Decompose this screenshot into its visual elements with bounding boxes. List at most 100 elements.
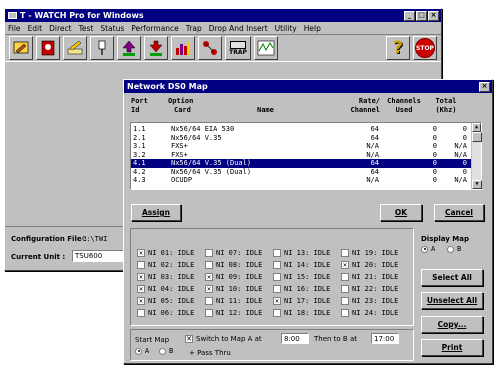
network-icon (203, 41, 217, 55)
assign-button[interactable]: Assign (131, 204, 181, 221)
ni-checkbox[interactable]: ✕ NI 20: IDLE (341, 261, 398, 269)
start-map-b-radio[interactable]: B (159, 347, 173, 355)
display-map-a-radio[interactable]: A (421, 245, 435, 253)
row-port-id: 1.1 (133, 125, 146, 133)
minimize-button[interactable]: _ (404, 10, 415, 21)
menu-item-test[interactable]: Test (79, 24, 94, 33)
scroll-up-arrow[interactable]: ▲ (472, 123, 481, 132)
start-map-a-label: A (145, 347, 150, 355)
ni-checkbox[interactable]: NI 07: IDLE (205, 249, 262, 257)
current-unit-field[interactable]: TSU600 (72, 250, 124, 262)
menu-item-drop-and-insert[interactable]: Drop And Insert (209, 24, 268, 33)
switch-checkbox-box: ✕ (185, 334, 193, 343)
ni-checkbox[interactable]: ✕ NI 17: IDLE (273, 297, 330, 305)
scroll-thumb[interactable] (472, 132, 482, 142)
ni-checkbox[interactable]: NI 19: IDLE (341, 249, 398, 257)
row-rate: 64 (370, 125, 379, 133)
download-tool-button[interactable] (144, 36, 168, 60)
upload-tool-button[interactable] (117, 36, 141, 60)
menu-item-direct[interactable]: Direct (49, 24, 71, 33)
menu-item-edit[interactable]: Edit (28, 24, 43, 33)
print-button[interactable]: Print (421, 339, 483, 356)
ni-checkbox[interactable]: NI 24: IDLE (341, 309, 398, 317)
row-total: N/A (454, 142, 467, 150)
port-list[interactable]: 1.1 Nx56/64 EIA 530 64 0 0 2.1 Nx56/64 V.35 64 0… (130, 122, 482, 190)
stop-tool-button[interactable]: STOP (413, 36, 437, 60)
checkbox-box (273, 285, 281, 293)
unselect-all-button[interactable]: Unselect All (421, 292, 483, 309)
waveform-icon (257, 40, 275, 56)
main-window-title: T - WATCH Pro for Windows (20, 11, 144, 20)
graph-tool-button[interactable] (254, 36, 278, 60)
ni-checkbox[interactable]: NI 22: IDLE (341, 285, 398, 293)
ni-checkbox[interactable]: ✕ NI 03: IDLE (137, 273, 194, 281)
menu-item-utility[interactable]: Utility (275, 24, 297, 33)
copy-button[interactable]: Copy... (421, 316, 483, 333)
ni-checkbox[interactable]: NI 08: IDLE (205, 261, 262, 269)
checkbox-box: ✕ (137, 284, 145, 293)
network-tool-button[interactable] (198, 36, 222, 60)
menu-item-help[interactable]: Help (304, 24, 321, 33)
performance-tool-button[interactable] (171, 36, 195, 60)
help-tool-button[interactable]: ? (386, 36, 410, 60)
ni-checkbox[interactable]: NI 06: IDLE (137, 309, 194, 317)
ni-checkbox[interactable]: NI 02: IDLE (137, 261, 194, 269)
start-map-group: Start Map A B ✕ Switch to Map A at 8:00 … (130, 329, 414, 361)
port-list-row[interactable]: 2.1 Nx56/64 V.35 64 0 0 (131, 134, 471, 143)
unit-tool-button[interactable] (36, 36, 60, 60)
ni-checkbox-label: NI 08: IDLE (216, 261, 263, 269)
ni-checkbox[interactable]: NI 12: IDLE (205, 309, 262, 317)
configure-tool-button[interactable] (9, 36, 33, 60)
radio-indicator (135, 347, 142, 355)
dialog-close-button[interactable]: × (479, 81, 490, 92)
select-all-button[interactable]: Select All (421, 269, 483, 286)
unselect-all-label: Unselect All (426, 296, 478, 305)
ni-checkbox-label: NI 10: IDLE (216, 285, 263, 293)
ok-label: OK (394, 208, 408, 217)
port-list-row[interactable]: 3.1 FXS+ N/A 0 N/A (131, 142, 471, 151)
checkbox-box (341, 273, 349, 281)
port-list-row[interactable]: 3.2 FXS+ N/A 0 N/A (131, 151, 471, 160)
port-list-row[interactable]: 1.1 Nx56/64 EIA 530 64 0 0 (131, 125, 471, 134)
port-list-row[interactable]: 4.3 OCUDP N/A 0 N/A (131, 176, 471, 185)
ni-checkbox[interactable]: NI 21: IDLE (341, 273, 398, 281)
ni-checkbox[interactable]: ✕ NI 09: IDLE (205, 273, 262, 281)
menu-item-file[interactable]: File (8, 24, 21, 33)
row-total: 0 (462, 133, 467, 142)
switch-time-b-input[interactable]: 17:00 (371, 333, 399, 344)
port-list-row[interactable]: 4.2 Nx56/64 V.35 (Dual) 64 0 0 (131, 168, 471, 177)
ni-checkbox[interactable]: NI 18: IDLE (273, 309, 330, 317)
ni-checkbox[interactable]: ✕ NI 05: IDLE (137, 297, 194, 305)
scroll-down-arrow[interactable]: ▼ (472, 180, 482, 189)
trap-tool-button[interactable]: TRAP (225, 36, 251, 60)
switch-map-checkbox[interactable]: ✕ Switch to Map A at (185, 335, 262, 343)
ni-checkbox[interactable]: NI 23: IDLE (341, 297, 398, 305)
ni-checkbox[interactable]: NI 11: IDLE (205, 297, 262, 305)
ni-checkbox[interactable]: NI 16: IDLE (273, 285, 330, 293)
port-list-row[interactable]: 4.1 Nx56/64 V.35 (Dual) 64 0 0 (131, 159, 471, 168)
ni-checkbox[interactable]: ✕ NI 01: IDLE (137, 249, 194, 257)
menu-item-trap[interactable]: Trap (186, 24, 202, 33)
list-scrollbar[interactable]: ▲ ▼ (471, 123, 482, 189)
dialog-title-bar[interactable]: Network DS0 Map × (124, 80, 492, 93)
menu-item-status[interactable]: Status (100, 24, 124, 33)
ni-checkbox[interactable]: ✕ NI 10: IDLE (205, 285, 262, 293)
col-header-option: Option Card (168, 97, 193, 115)
ni-checkbox[interactable]: ✕ NI 04: IDLE (137, 285, 194, 293)
ni-checkbox-label: NI 21: IDLE (352, 273, 399, 281)
close-button[interactable]: × (428, 10, 439, 21)
display-map-b-radio[interactable]: B (447, 245, 461, 253)
checkbox-box: ✕ (341, 260, 349, 269)
cancel-button[interactable]: Cancel (434, 204, 484, 221)
ni-checkbox[interactable]: NI 13: IDLE (273, 249, 330, 257)
ok-button[interactable]: OK (380, 204, 422, 221)
edit-tool-button[interactable] (63, 36, 87, 60)
test-tool-button[interactable] (90, 36, 114, 60)
ni-checkbox[interactable]: NI 14: IDLE (273, 261, 330, 269)
menu-item-performance[interactable]: Performance (131, 24, 179, 33)
main-title-bar[interactable]: T - WATCH Pro for Windows _ □ × (5, 9, 441, 22)
start-map-a-radio[interactable]: A (135, 347, 149, 355)
maximize-button[interactable]: □ (416, 10, 427, 21)
switch-time-a-input[interactable]: 8:00 (281, 333, 309, 344)
ni-checkbox[interactable]: NI 15: IDLE (273, 273, 330, 281)
